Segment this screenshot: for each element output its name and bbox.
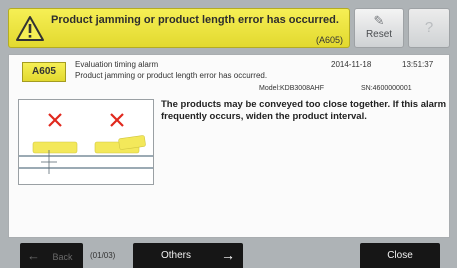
close-button[interactable]: Close — [360, 243, 440, 268]
eraser-icon: ✎ — [373, 13, 385, 28]
error-x-icon — [110, 113, 124, 127]
alarm-banner-code: (A605) — [315, 35, 343, 45]
back-label: Back — [52, 252, 73, 262]
conveyor-illustration — [18, 99, 154, 185]
help-button[interactable]: ? — [408, 8, 450, 48]
reset-button[interactable]: ✎ Reset — [354, 8, 404, 48]
alarm-banner[interactable]: Product jamming or product length error … — [8, 8, 350, 48]
reset-label: Reset — [365, 29, 393, 40]
question-icon: ? — [424, 19, 434, 36]
warning-icon — [16, 16, 44, 41]
back-button[interactable]: ← Back — [20, 243, 83, 268]
product-icon — [32, 141, 78, 154]
arrow-right-icon: → — [221, 247, 235, 263]
alarm-time: 13:51:37 — [402, 60, 434, 69]
arrow-left-icon: ← — [27, 248, 40, 263]
alarm-type: Evaluation timing alarm — [75, 60, 159, 69]
alarm-screen: Product jamming or product length error … — [0, 0, 457, 268]
error-x-icon — [48, 113, 62, 127]
serial-number: SN:4600000001 — [361, 85, 412, 92]
alarm-detail-panel: A605 Evaluation timing alarm Product jam… — [8, 54, 450, 238]
machine-model: Model:KDB3008AHF — [259, 85, 324, 92]
alarm-message: Product jamming or product length error … — [75, 71, 268, 80]
alarm-banner-message: Product jamming or product length error … — [51, 14, 339, 26]
page-indicator: (01/03) — [90, 251, 116, 260]
alarm-date: 2014-11-18 — [331, 60, 372, 69]
others-button[interactable]: Others → — [133, 243, 243, 268]
alarm-code-badge: A605 — [22, 62, 66, 82]
others-label: Others — [161, 250, 192, 261]
alarm-description: The products may be conveyed too close t… — [161, 99, 447, 122]
